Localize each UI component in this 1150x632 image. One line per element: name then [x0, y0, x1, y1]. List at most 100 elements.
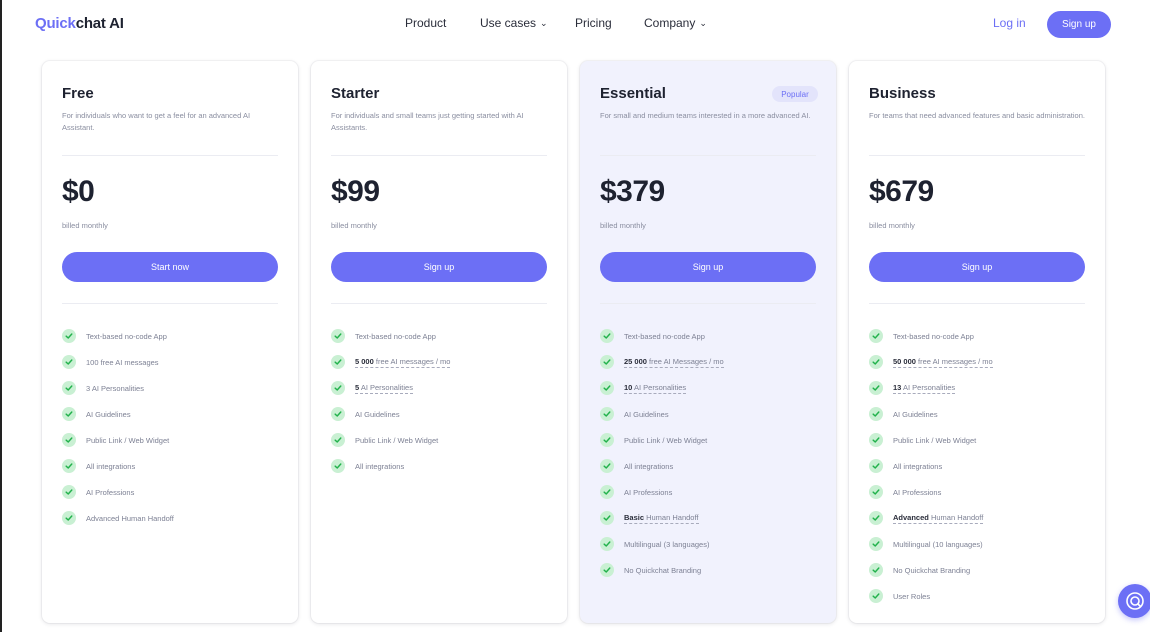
plan-description: For teams that need advanced features an… — [869, 111, 1085, 120]
check-icon — [869, 381, 883, 395]
feature-list: Text-based no-code App 100 free AI messag… — [62, 323, 282, 531]
feature-item: Multilingual (3 languages) — [600, 531, 820, 557]
feature-label: AI Professions — [624, 487, 673, 497]
feature-label: Public Link / Web Widget — [86, 435, 170, 445]
feature-text: AI Professions — [893, 488, 941, 497]
check-icon — [600, 511, 614, 525]
feature-text: AI Guidelines — [624, 410, 669, 419]
feature-label: Text-based no-code App — [86, 331, 167, 341]
feature-item: Multilingual (10 languages) — [869, 531, 1089, 557]
feature-item: Basic Human Handoff — [600, 505, 820, 531]
check-icon — [600, 485, 614, 499]
feature-label: Text-based no-code App — [355, 331, 436, 341]
check-icon — [331, 407, 345, 421]
nav-pricing[interactable]: Pricing — [575, 16, 612, 30]
feature-item: All integrations — [869, 453, 1089, 479]
feature-label: Multilingual (10 languages) — [893, 539, 983, 549]
feature-label: Public Link / Web Widget — [893, 435, 977, 445]
feature-item: 100 free AI messages — [62, 349, 282, 375]
feature-label: AI Personalities — [632, 382, 687, 392]
feature-item: AI Guidelines — [331, 401, 551, 427]
pricing-card-business: Business For teams that need advanced fea… — [849, 61, 1105, 623]
feature-item: 5 000 free AI messages / mo — [331, 349, 551, 375]
chat-widget-button[interactable] — [1118, 584, 1150, 618]
plan-cta-button[interactable]: Sign up — [600, 252, 816, 282]
feature-label: All integrations — [624, 461, 674, 471]
feature-text: Multilingual (10 languages) — [893, 540, 983, 549]
feature-highlight: 5 000 — [355, 356, 374, 366]
check-icon — [62, 407, 76, 421]
check-icon — [600, 563, 614, 577]
feature-item: 25 000 free AI Messages / mo — [600, 349, 820, 375]
feature-text: 5 000 free AI messages / mo — [355, 356, 451, 368]
feature-list: Text-based no-code App 25 000 free AI Mes… — [600, 323, 820, 583]
plan-name: Business — [869, 85, 936, 102]
feature-text: Text-based no-code App — [624, 332, 705, 341]
chevron-down-icon: ⌄ — [699, 18, 707, 28]
signup-button[interactable]: Sign up — [1047, 11, 1111, 38]
chevron-down-icon: ⌄ — [540, 18, 548, 28]
check-icon — [869, 589, 883, 603]
check-icon — [62, 511, 76, 525]
feature-item: AI Professions — [869, 479, 1089, 505]
feature-item: Text-based no-code App — [62, 323, 282, 349]
check-icon — [331, 355, 345, 369]
feature-label: AI Professions — [893, 487, 942, 497]
pricing-card-starter: Starter For individuals and small teams j… — [311, 61, 567, 623]
check-icon — [869, 433, 883, 447]
plan-cta-button[interactable]: Sign up — [331, 252, 547, 282]
feature-text: AI Guidelines — [86, 410, 131, 419]
feature-text: No Quickchat Branding — [893, 566, 970, 575]
feature-item: All integrations — [331, 453, 551, 479]
feature-item: Advanced Human Handoff — [62, 505, 282, 531]
feature-label: AI Guidelines — [893, 409, 938, 419]
feature-label: free AI messages / mo — [373, 356, 451, 366]
plan-description: For individuals who want to get a feel f… — [62, 111, 251, 132]
feature-item: 5 AI Personalities — [331, 375, 551, 401]
login-link[interactable]: Log in — [993, 16, 1026, 30]
feature-label: 100 free AI messages — [86, 357, 159, 367]
feature-list: Text-based no-code App 5 000 free AI mess… — [331, 323, 551, 479]
plan-price: $0 — [62, 175, 95, 208]
check-icon — [869, 563, 883, 577]
feature-text: Advanced Human Handoff — [893, 512, 984, 524]
nav-use-cases[interactable]: Use cases ⌄ — [480, 16, 548, 30]
nav-product[interactable]: Product — [405, 16, 446, 30]
feature-text: Multilingual (3 languages) — [624, 540, 709, 549]
nav-use-cases-label: Use cases — [480, 16, 537, 30]
feature-highlight: Advanced — [893, 512, 929, 522]
feature-text: Public Link / Web Widget — [624, 436, 707, 445]
feature-label: AI Guidelines — [355, 409, 400, 419]
divider — [600, 155, 816, 156]
feature-text: 10 AI Personalities — [624, 382, 687, 394]
feature-item: Text-based no-code App — [331, 323, 551, 349]
check-icon — [869, 537, 883, 551]
feature-text: 50 000 free AI messages / mo — [893, 357, 993, 368]
plan-cta-button[interactable]: Start now — [62, 252, 278, 282]
billing-period: billed monthly — [62, 221, 108, 230]
feature-text: AI Guidelines — [893, 410, 938, 419]
plan-price: $679 — [869, 175, 934, 208]
check-icon — [869, 511, 883, 525]
feature-text: Advanced Human Handoff — [86, 514, 174, 523]
feature-item: 13 AI Personalities — [869, 375, 1089, 401]
plan-cta-button[interactable]: Sign up — [869, 252, 1085, 282]
divider — [331, 303, 547, 304]
nav-company[interactable]: Company ⌄ — [644, 16, 707, 30]
feature-text: 5 AI Personalities — [355, 383, 413, 394]
pricing-card-essential: Essential Popular For small and medium tea… — [580, 61, 836, 623]
feature-label: free AI Messages / mo — [646, 356, 724, 366]
feature-text: 25 000 free AI Messages / mo — [624, 357, 724, 368]
feature-label: Human Handoff — [928, 512, 984, 522]
feature-text: Public Link / Web Widget — [893, 436, 976, 445]
feature-item: User Roles — [869, 583, 1089, 609]
feature-label: All integrations — [86, 461, 136, 471]
feature-label: Text-based no-code App — [624, 331, 705, 341]
feature-highlight: 50 000 — [893, 356, 916, 366]
check-icon — [62, 459, 76, 473]
feature-item: Public Link / Web Widget — [600, 427, 820, 453]
feature-label: Human Handoff — [644, 512, 699, 522]
divider — [62, 155, 278, 156]
check-icon — [600, 433, 614, 447]
check-icon — [331, 329, 345, 343]
